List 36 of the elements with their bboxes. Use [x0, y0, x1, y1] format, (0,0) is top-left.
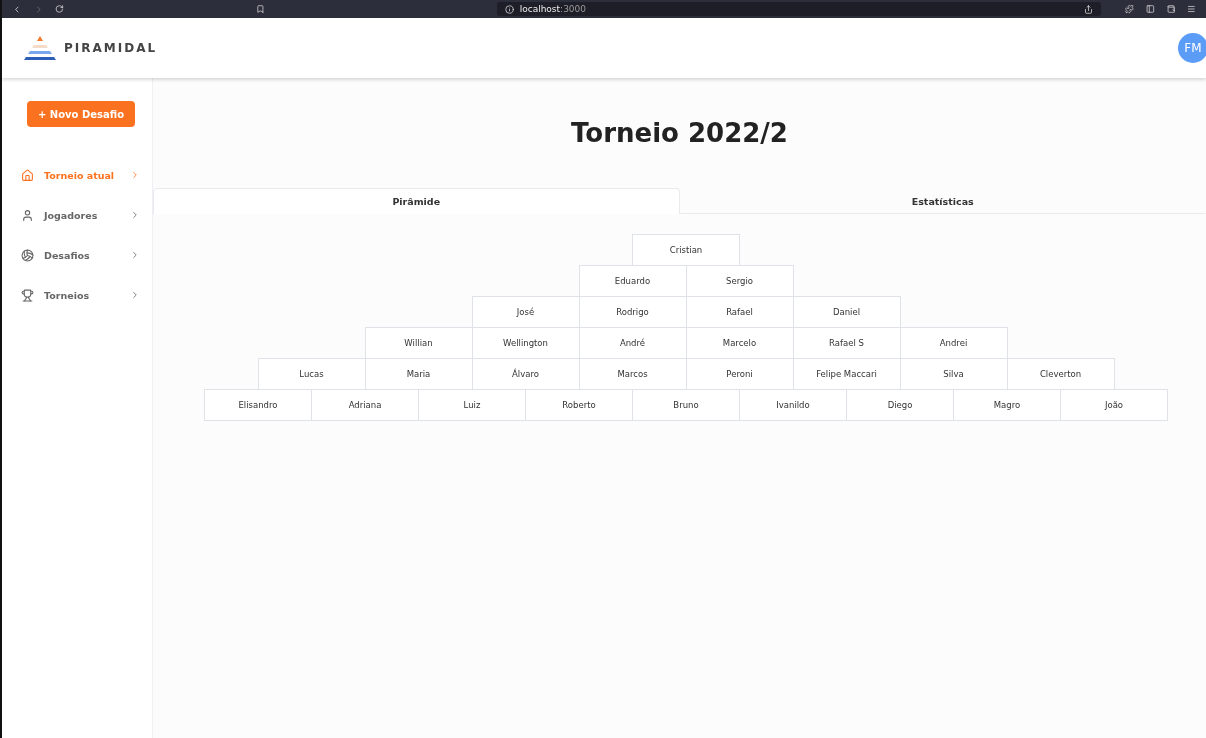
chevron-icon: [130, 290, 140, 300]
player-cell[interactable]: José: [471, 296, 580, 328]
nav-item[interactable]: Torneios: [44, 289, 120, 301]
player-cell[interactable]: João: [1060, 389, 1168, 421]
nav-item[interactable]: Jogadores: [44, 209, 120, 221]
wallet-icon[interactable]: [1166, 4, 1176, 14]
tab[interactable]: Estatísticas: [679, 188, 1206, 214]
player-cell[interactable]: Cristian: [632, 234, 740, 266]
tab[interactable]: Pirâmide: [153, 188, 680, 214]
player-cell[interactable]: Cleverton: [1006, 358, 1115, 390]
reload-icon[interactable]: [55, 4, 64, 14]
chevron-icon: [130, 170, 140, 180]
trophy-icon: [21, 288, 34, 302]
page-title: Torneio 2022/2: [570, 118, 789, 150]
player-cell[interactable]: Elisandro: [204, 389, 312, 421]
bookmark-icon[interactable]: [255, 4, 265, 14]
user-icon: [21, 208, 34, 222]
nav-item[interactable]: Desafios: [44, 249, 120, 261]
chevron-icon: [130, 210, 140, 220]
extensions-icon[interactable]: [1125, 4, 1134, 14]
info-icon: [504, 4, 514, 14]
sidebar-icon[interactable]: [1145, 4, 1155, 14]
menu-icon[interactable]: [1187, 4, 1197, 14]
url-port: :3000: [560, 4, 587, 14]
player-cell[interactable]: Willian: [364, 327, 473, 359]
address-bar[interactable]: localhost:3000: [496, 2, 1102, 16]
share-icon[interactable]: [1084, 4, 1094, 14]
ball-icon: [21, 248, 34, 262]
player-cell[interactable]: Andrei: [899, 327, 1008, 359]
chevron-icon: [130, 250, 140, 260]
player-cell[interactable]: Lucas: [257, 358, 366, 390]
player-cell[interactable]: Daniel: [792, 296, 901, 328]
pyramid-logo-icon: [24, 34, 56, 62]
url-host: localhost: [519, 4, 561, 14]
brand-name: PIRAMIDAL: [64, 41, 158, 55]
home-icon: [21, 168, 34, 182]
